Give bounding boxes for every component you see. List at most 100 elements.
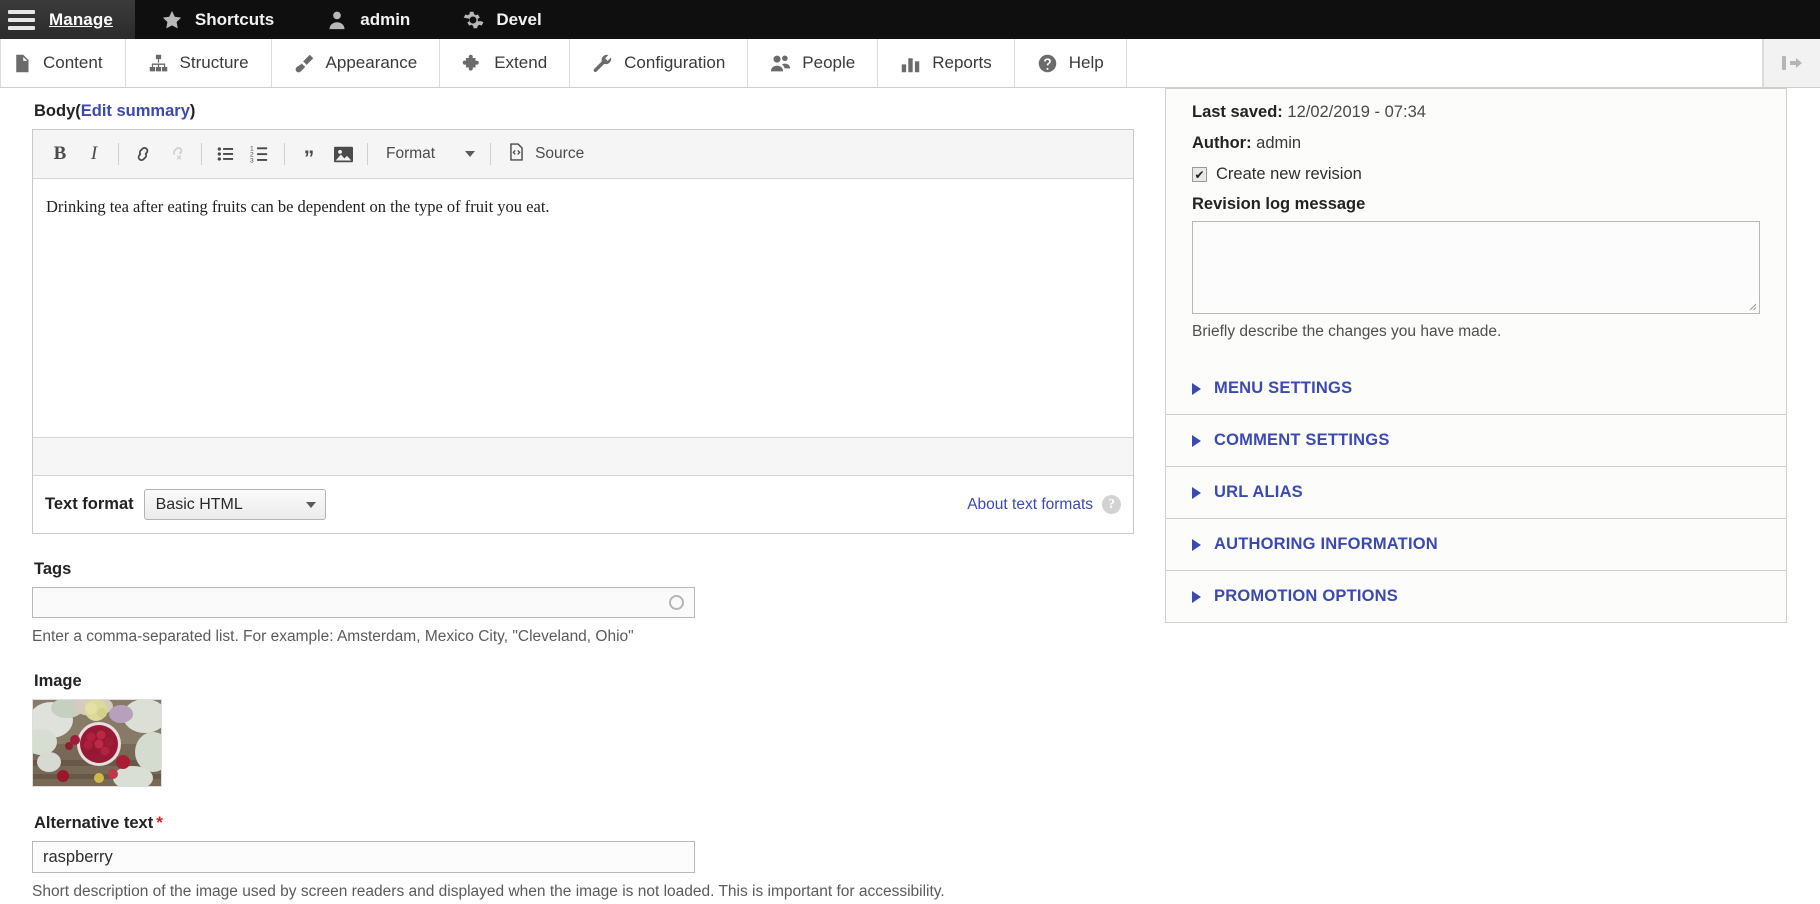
- sidebar-column: Last saved: 12/02/2019 - 07:34 Author: a…: [1165, 88, 1820, 904]
- menu-item-label: Content: [43, 53, 103, 72]
- alt-text-value: raspberry: [43, 847, 113, 866]
- menu-item-help[interactable]: Help: [1014, 39, 1127, 87]
- image-thumbnail[interactable]: [32, 699, 162, 787]
- sidebar-section-comment-settings[interactable]: COMMENT SETTINGS: [1165, 415, 1787, 467]
- menu-item-content[interactable]: Content: [0, 39, 126, 87]
- menu-item-label: Structure: [179, 53, 249, 72]
- blockquote-icon[interactable]: ”: [292, 137, 326, 171]
- bulleted-list-icon[interactable]: [209, 137, 243, 171]
- question-icon: [1037, 53, 1058, 74]
- toolbar-manage-tab[interactable]: Manage: [0, 0, 135, 39]
- numbered-list-icon[interactable]: 123: [243, 137, 277, 171]
- menu-item-reports[interactable]: Reports: [878, 39, 1015, 87]
- edit-summary-link[interactable]: Edit summary: [81, 102, 190, 120]
- image-label: Image: [34, 672, 82, 690]
- menu-item-label: Reports: [932, 53, 992, 72]
- last-saved-line: Last saved: 12/02/2019 - 07:34: [1192, 103, 1760, 122]
- chevron-right-icon: [1192, 434, 1201, 447]
- toolbar-separator: [367, 143, 368, 165]
- puzzle-icon: [462, 53, 483, 74]
- svg-text:3: 3: [250, 157, 254, 164]
- menu-item-structure[interactable]: Structure: [125, 39, 272, 87]
- italic-icon[interactable]: I: [77, 137, 111, 171]
- editor-status-bar: [33, 437, 1133, 475]
- sidebar-section-promotion-options[interactable]: PROMOTION OPTIONS: [1165, 571, 1787, 623]
- sidebar-section-url-alias[interactable]: URL ALIAS: [1165, 467, 1787, 519]
- create-new-revision-checkbox[interactable]: ✔: [1192, 167, 1207, 182]
- resize-handle-icon[interactable]: [1747, 301, 1757, 311]
- last-saved-label: Last saved:: [1192, 103, 1283, 121]
- admin-toolbar: Manage Shortcuts admin Devel: [0, 0, 1820, 39]
- sidebar-section-label: URL ALIAS: [1214, 483, 1303, 501]
- menu-item-extend[interactable]: Extend: [440, 39, 571, 87]
- revision-log-textarea[interactable]: [1192, 221, 1760, 314]
- tags-input[interactable]: [32, 587, 695, 618]
- author-label: Author:: [1192, 134, 1252, 152]
- body-label-paren-close: ): [189, 102, 196, 120]
- toolbar-separator: [118, 143, 119, 165]
- menu-item-appearance[interactable]: Appearance: [271, 39, 441, 87]
- sidebar-section-label: COMMENT SETTINGS: [1214, 431, 1390, 449]
- hamburger-menu-icon[interactable]: [8, 9, 35, 30]
- sidebar-section-authoring-information[interactable]: AUTHORING INFORMATION: [1165, 519, 1787, 571]
- required-marker: *: [156, 813, 163, 832]
- help-icon[interactable]: ?: [1102, 495, 1121, 514]
- menu-item-label: Appearance: [325, 53, 418, 72]
- alt-text-field: Alternative text * raspberry Short descri…: [32, 813, 1165, 901]
- source-code-icon: [507, 142, 526, 167]
- editor-toolbar: B I 123 ” Format Source: [33, 130, 1133, 179]
- collapse-sidebar-icon[interactable]: [1763, 39, 1820, 87]
- revision-log-label: Revision log message: [1192, 195, 1366, 213]
- toolbar-tab-devel[interactable]: Devel: [436, 0, 567, 39]
- chevron-right-icon: [1192, 486, 1201, 499]
- body-editable-area[interactable]: Drinking tea after eating fruits can be …: [33, 179, 1133, 437]
- toolbar-tab-shortcuts[interactable]: Shortcuts: [135, 0, 300, 39]
- about-text-formats-link[interactable]: About text formats: [967, 496, 1093, 514]
- image-icon[interactable]: [326, 137, 360, 171]
- user-icon: [326, 9, 348, 31]
- chevron-down-icon: [465, 151, 476, 157]
- autocomplete-throbber-icon: [669, 595, 684, 610]
- node-edit-form: Body(Edit summary) B I 123 ” Format Sour…: [0, 88, 1820, 904]
- toolbar-tab-label: Shortcuts: [194, 9, 275, 29]
- page-icon: [11, 53, 32, 74]
- bold-icon[interactable]: B: [43, 137, 77, 171]
- image-field: Image: [32, 672, 1165, 787]
- text-format-select[interactable]: Basic HTML: [143, 489, 326, 520]
- text-format-label: Text format: [45, 495, 134, 513]
- sitemap-icon: [148, 53, 169, 74]
- gear-icon: [462, 9, 484, 31]
- text-format-value: Basic HTML: [155, 495, 243, 513]
- sidebar-section-label: PROMOTION OPTIONS: [1214, 587, 1398, 605]
- main-column: Body(Edit summary) B I 123 ” Format Sour…: [0, 88, 1165, 904]
- alt-text-description: Short description of the image used by s…: [32, 883, 945, 900]
- revision-information-panel: Last saved: 12/02/2019 - 07:34 Author: a…: [1165, 88, 1787, 364]
- toolbar-manage-label: Manage: [49, 9, 113, 29]
- chevron-down-icon: [305, 501, 316, 508]
- tags-field: Tags Enter a comma-separated list. For e…: [32, 560, 1165, 646]
- toolbar-tab-admin[interactable]: admin: [300, 0, 436, 39]
- source-button[interactable]: Source: [498, 142, 584, 167]
- alt-text-input[interactable]: raspberry: [32, 841, 695, 873]
- toolbar-tab-label: Devel: [496, 9, 542, 29]
- last-saved-value: 12/02/2019 - 07:34: [1287, 103, 1426, 121]
- toolbar-separator: [490, 143, 492, 165]
- link-icon[interactable]: [126, 137, 160, 171]
- people-icon: [770, 53, 791, 74]
- author-value: admin: [1256, 134, 1302, 152]
- chevron-right-icon: [1192, 382, 1201, 395]
- format-dropdown[interactable]: Format: [375, 137, 483, 171]
- sidebar-section-menu-settings[interactable]: MENU SETTINGS: [1165, 363, 1787, 415]
- menu-item-people[interactable]: People: [748, 39, 879, 87]
- star-icon: [161, 9, 183, 31]
- sidebar-section-label: MENU SETTINGS: [1214, 379, 1353, 397]
- body-label-text: Body: [34, 102, 76, 120]
- unlink-icon: [160, 137, 194, 171]
- menu-item-label: Configuration: [624, 53, 726, 72]
- sidebar-accordion: MENU SETTINGS COMMENT SETTINGS URL ALIAS…: [1165, 363, 1787, 623]
- toolbar-tab-label: admin: [360, 9, 411, 29]
- create-new-revision-row[interactable]: ✔ Create new revision: [1192, 165, 1760, 184]
- menu-item-configuration[interactable]: Configuration: [570, 39, 749, 87]
- author-line: Author: admin: [1192, 134, 1760, 153]
- toolbar-separator: [201, 143, 202, 165]
